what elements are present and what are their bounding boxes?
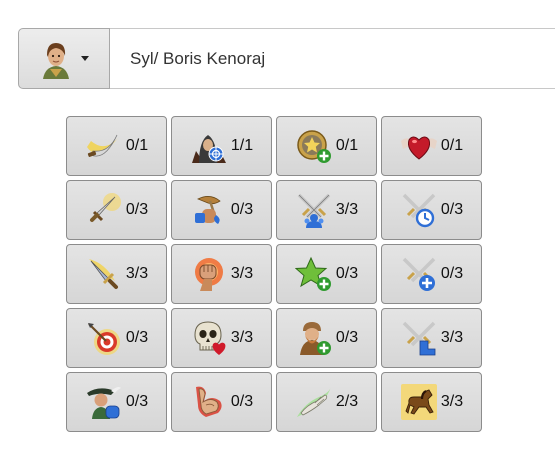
skill-count: 0/3 (230, 201, 254, 218)
skill-count: 3/3 (335, 201, 359, 218)
winged-heart-icon (400, 136, 437, 160)
hooded-archer-target-icon (191, 135, 226, 163)
skill-cell[interactable]: 3/3 (66, 244, 167, 304)
skill-count: 0/3 (440, 201, 464, 218)
skill-cell[interactable]: 3/3 (171, 244, 272, 304)
skill-cell[interactable]: 3/3 (381, 372, 482, 432)
crossed-swords-clock-icon (402, 193, 436, 228)
skill-cell[interactable]: 2/3 (276, 372, 377, 432)
skill-count: 0/3 (440, 265, 464, 282)
crossed-swords-unit-icon (297, 193, 331, 228)
skill-cell[interactable]: 3/3 (276, 180, 377, 240)
skill-cell[interactable]: 1/1 (171, 116, 272, 176)
hero-portrait-icon (43, 42, 69, 79)
skill-cell[interactable]: 3/3 (381, 308, 482, 368)
green-star-plus-icon (294, 256, 331, 291)
skill-cell[interactable]: 0/1 (66, 116, 167, 176)
hero-bar (18, 28, 555, 89)
crossed-swords-plus-icon (402, 257, 436, 291)
skill-cell[interactable]: 0/1 (276, 116, 377, 176)
chevron-down-icon (81, 56, 89, 61)
hero-name-field[interactable] (110, 28, 555, 89)
skill-count: 3/3 (125, 265, 149, 282)
gold-star-medallion-plus-icon (297, 130, 331, 163)
horn-hand-icon (194, 196, 221, 224)
skill-count: 0/3 (335, 329, 359, 346)
skill-cell[interactable]: 0/3 (66, 180, 167, 240)
skill-cell[interactable]: 0/3 (66, 308, 167, 368)
healing-hand-icon (296, 387, 331, 417)
skill-count: 3/3 (440, 393, 464, 410)
dwarf-plus-icon (299, 322, 331, 355)
skill-cell[interactable]: 0/3 (171, 372, 272, 432)
skill-count: 3/3 (230, 329, 254, 346)
dagger-strike-icon (88, 259, 118, 289)
skill-cell[interactable]: 0/3 (276, 308, 377, 368)
skill-count: 3/3 (230, 265, 254, 282)
scimitar-swing-icon (86, 134, 119, 157)
hero-select-button[interactable] (18, 28, 110, 89)
skill-count: 0/3 (125, 201, 149, 218)
skill-cell[interactable]: 3/3 (171, 308, 272, 368)
sword-glow-icon (89, 193, 121, 222)
feathered-hat-fist-icon (86, 387, 121, 419)
skill-count: 0/1 (335, 137, 359, 154)
skill-cell[interactable]: 0/3 (276, 244, 377, 304)
skill-count: 0/3 (125, 329, 149, 346)
flexing-arm-icon (195, 386, 222, 417)
skill-cell[interactable]: 0/3 (381, 244, 482, 304)
skill-cell[interactable]: 0/3 (66, 372, 167, 432)
skill-grid: 0/1 1/1 0/1 0/1 0/3 0/3 3/3 0/3 3/3 3/3 … (66, 116, 482, 432)
skill-cell[interactable]: 0/3 (381, 180, 482, 240)
skill-count: 0/3 (230, 393, 254, 410)
skill-count: 3/3 (440, 329, 464, 346)
skill-count: 0/3 (125, 393, 149, 410)
fist-burst-icon (194, 258, 223, 291)
skill-count: 1/1 (230, 137, 254, 154)
skill-count: 0/3 (335, 265, 359, 282)
skill-cell[interactable]: 0/1 (381, 116, 482, 176)
arrow-target-icon (87, 323, 120, 355)
skull-heart-icon (194, 321, 226, 355)
skill-count: 2/3 (335, 393, 359, 410)
galloping-horse-icon (400, 384, 437, 420)
crossed-swords-boot-icon (402, 321, 436, 356)
skill-cell[interactable]: 0/3 (171, 180, 272, 240)
skill-count: 0/1 (125, 137, 149, 154)
skill-count: 0/1 (440, 137, 464, 154)
